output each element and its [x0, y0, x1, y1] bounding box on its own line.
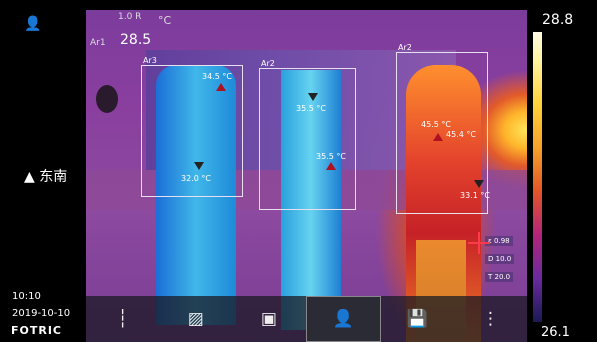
spot-temp: 45.5 °C — [421, 120, 451, 129]
save-icon: 💾 — [406, 309, 428, 329]
area-tag: Ar1 — [90, 38, 106, 48]
cold-spot-marker — [194, 162, 204, 170]
center-crosshair — [478, 232, 480, 254]
hot-spot-marker — [216, 83, 226, 91]
brand-logo: FOTRIC — [11, 324, 63, 337]
distance-readout: D 10.0 — [485, 254, 515, 264]
video-icon: ▣ — [260, 309, 277, 329]
top-small-label: 1.0 R — [118, 12, 142, 22]
reflected-temp-readout: T 20.0 — [485, 272, 514, 282]
level-span-icon: ┆ — [117, 309, 128, 329]
clock-date: 2019-10-10 — [12, 308, 71, 319]
colorbar-max: 28.8 — [542, 12, 574, 28]
cold-spot-marker — [474, 180, 484, 188]
hot-spot-marker — [433, 133, 443, 141]
roi-label: Ar2 — [261, 59, 275, 68]
compass-direction: ▲ 东南 — [24, 169, 68, 185]
save-button[interactable]: 💾 — [381, 296, 454, 342]
spot-temp: 35.5 °C — [316, 152, 346, 161]
color-palette-bar[interactable] — [533, 32, 542, 322]
camera-screen: Ar3 Ar2 Ar2 34.5 °C 32.0 °C 35.5 °C 35.5… — [0, 0, 597, 342]
spot-temp: 33.1 °C — [460, 191, 490, 200]
person-icon: 👤 — [332, 309, 354, 329]
colorbar-min: 26.1 — [541, 325, 570, 340]
cold-spot-marker — [308, 93, 318, 101]
more-menu-button[interactable]: ⋮ — [454, 296, 527, 342]
spot-temp: 35.5 °C — [296, 104, 326, 113]
thermal-image[interactable]: Ar3 Ar2 Ar2 34.5 °C 32.0 °C 35.5 °C 35.5… — [86, 10, 527, 342]
person-mode-button[interactable]: 👤 — [305, 296, 381, 342]
more-icon: ⋮ — [481, 309, 499, 329]
spot-temp: 45.4 °C — [446, 130, 476, 139]
unit-label: °C — [158, 14, 172, 27]
roi-label: Ar3 — [143, 56, 157, 65]
video-button[interactable]: ▣ — [232, 296, 305, 342]
roi-tool-icon: ▨ — [187, 309, 204, 329]
roi-label: Ar2 — [398, 43, 412, 52]
bottom-toolbar: ┆ ▨ ▣ 👤 💾 ⋮ — [86, 296, 527, 342]
dark-spot — [96, 85, 118, 113]
level-span-button[interactable]: ┆ — [86, 296, 159, 342]
emissivity-readout: ε 0.98 — [485, 236, 513, 246]
main-temperature: 28.5 — [120, 32, 152, 48]
spot-temp: 34.5 °C — [202, 72, 232, 81]
spot-temp: 32.0 °C — [181, 174, 211, 183]
hot-spot-marker — [326, 162, 336, 170]
roi-box-ar2[interactable] — [259, 68, 356, 210]
roi-tool-button[interactable]: ▨ — [159, 296, 232, 342]
clock-time: 10:10 — [12, 291, 41, 302]
user-camera-icon[interactable]: 👤 — [24, 16, 41, 32]
